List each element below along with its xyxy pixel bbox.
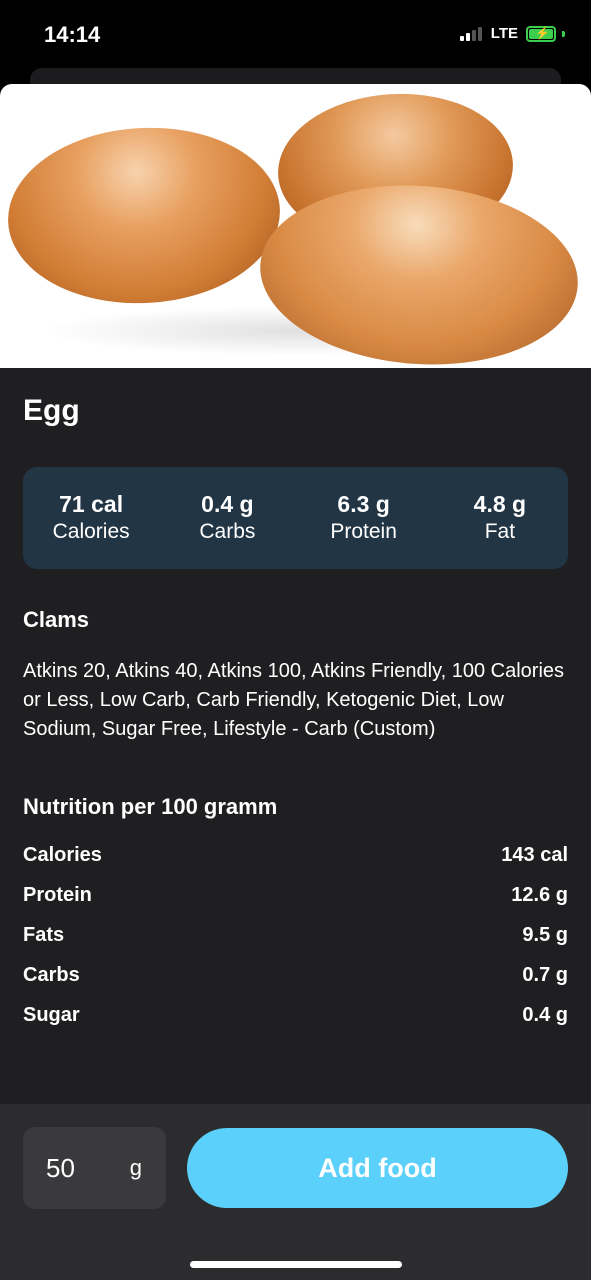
nutrition-row-protein: Protein 12.6 g [23, 884, 568, 924]
nutrition-label: Carbs [23, 964, 80, 986]
quantity-unit: g [129, 1155, 142, 1180]
macros-summary: 71 cal Calories 0.4 g Carbs 6.3 g Protei… [23, 467, 568, 569]
nutrition-value: 0.7 g [522, 964, 568, 986]
battery-tip [562, 30, 565, 37]
quantity-input[interactable]: 50 g [23, 1127, 166, 1209]
claims-heading: Clams [23, 607, 90, 632]
status-time: 14:14 [44, 22, 101, 47]
nutrition-label: Protein [23, 884, 92, 906]
macro-label: Fat [484, 520, 516, 543]
nutrition-value: 9.5 g [522, 924, 568, 946]
food-detail-sheet: Egg 71 cal Calories 0.4 g Carbs 6.3 g Pr… [0, 84, 591, 1280]
nutrition-table: Calories 143 cal Protein 12.6 g Fats 9.5… [23, 844, 568, 1044]
macro-protein: 6.3 g Protein [296, 467, 432, 569]
macro-value: 4.8 g [473, 491, 527, 517]
macro-label: Protein [330, 520, 397, 543]
nutrition-value: 12.6 g [511, 884, 568, 906]
status-indicators: LTE ⚡ [459, 25, 565, 42]
macro-value: 0.4 g [201, 491, 254, 517]
battery-charging-icon: ⚡ [526, 25, 556, 42]
nutrition-row-sugar: Sugar 0.4 g [23, 1004, 568, 1044]
egg-left-shape [3, 121, 285, 310]
nutrition-heading: Nutrition per 100 gramm [23, 794, 278, 819]
nutrition-label: Calories [23, 844, 102, 866]
macro-fat: 4.8 g Fat [432, 467, 568, 569]
add-food-button[interactable]: Add food [187, 1128, 568, 1208]
status-bar: 14:14 LTE ⚡ [0, 0, 591, 70]
nutrition-value: 0.4 g [522, 1004, 568, 1026]
macro-label: Calories [52, 520, 130, 543]
food-image [0, 84, 591, 375]
quantity-value[interactable]: 50 [46, 1153, 75, 1184]
bottom-action-bar: 50 g Add food [0, 1104, 591, 1280]
nutrition-row-fats: Fats 9.5 g [23, 924, 568, 964]
home-indicator[interactable] [190, 1261, 402, 1268]
nutrition-label: Sugar [23, 1004, 80, 1026]
nutrition-label: Fats [23, 924, 65, 946]
macro-calories: 71 cal Calories [23, 467, 159, 569]
macro-value: 6.3 g [337, 491, 390, 517]
signal-icon [459, 26, 482, 41]
nutrition-value: 143 cal [501, 844, 568, 866]
macro-carbs: 0.4 g Carbs [159, 467, 295, 569]
macro-label: Carbs [199, 520, 256, 543]
food-title: Egg [23, 394, 80, 427]
network-label: LTE [490, 25, 518, 42]
nutrition-row-calories: Calories 143 cal [23, 844, 568, 884]
nutrition-row-carbs: Carbs 0.7 g [23, 964, 568, 1004]
macro-value: 71 cal [59, 491, 124, 517]
claims-text: Atkins 20, Atkins 40, Atkins 100, Atkins… [23, 660, 565, 740]
